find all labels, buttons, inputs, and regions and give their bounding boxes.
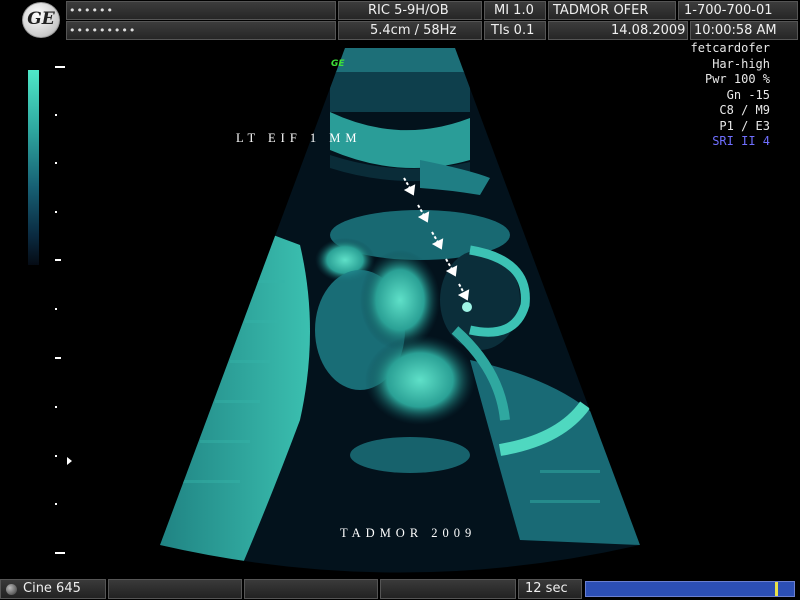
param-harmonic: Har-high [712,56,770,71]
param-preset: fetcardofer [690,41,770,55]
footer-slot-1 [108,579,242,599]
eif-annotation: LT EIF 1 MM [236,131,362,145]
param-gain: Gn -15 [726,87,770,102]
cine-counter[interactable]: Cine 645 [0,579,106,599]
cine-icon [6,584,17,595]
param-map: C8 / M9 [719,103,770,117]
cine-progress-bar[interactable] [585,581,795,597]
param-persistence: P1 / E3 [719,118,770,133]
footer-slot-2 [244,579,378,599]
parameter-panel: fetcardofer Har-high Pwr 100 % Gn -15 C8… [691,41,770,150]
cine-duration: 12 sec [518,579,582,599]
param-sri: SRI II 4 [712,134,770,148]
cine-position-marker[interactable] [775,582,778,596]
footer-slot-3 [380,579,516,599]
signature-annotation: TADMOR 2009 [340,526,477,540]
param-power: Pwr 100 % [704,72,770,86]
ge-small-logo-icon: GE [331,59,345,69]
cine-label: Cine 645 [23,581,81,596]
footer-bar: Cine 645 12 sec [0,578,800,600]
ultrasound-image[interactable] [0,0,800,600]
